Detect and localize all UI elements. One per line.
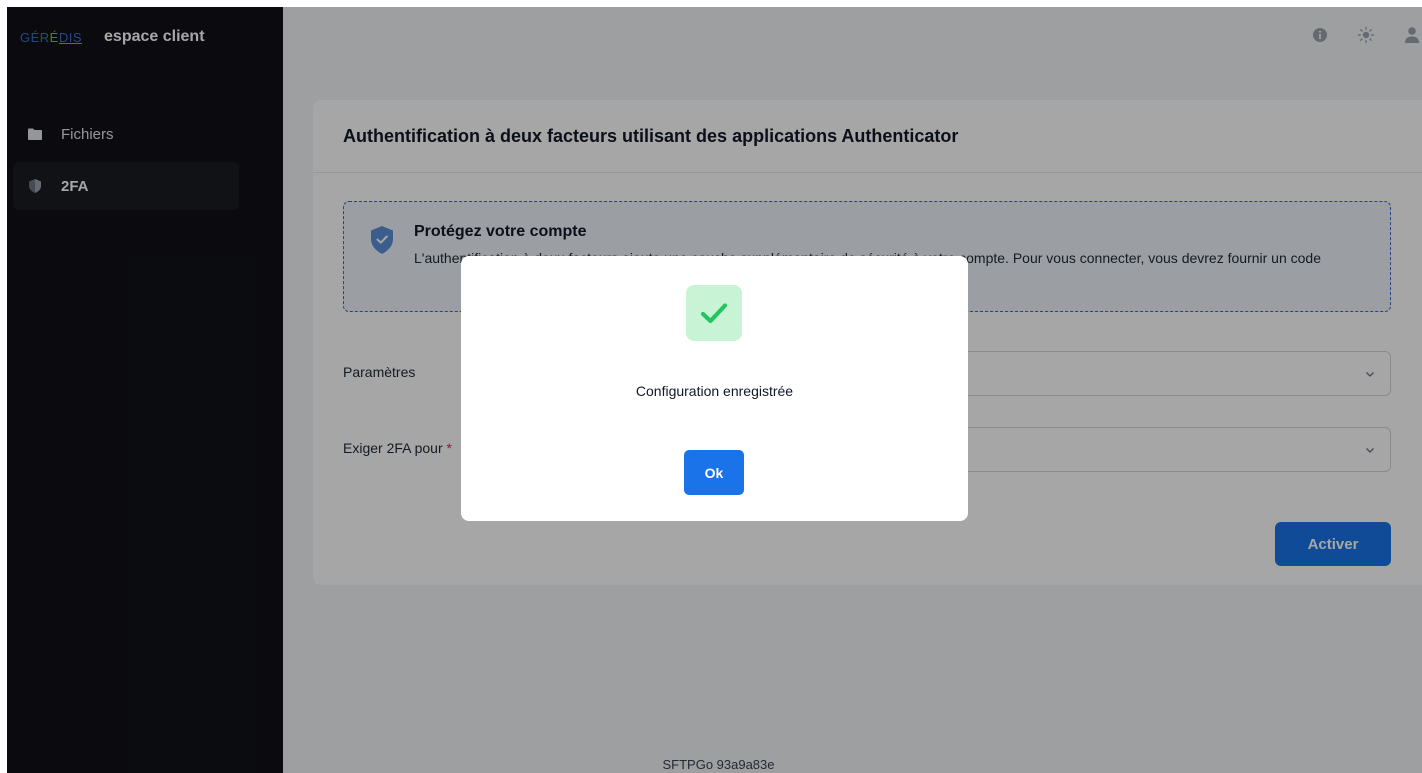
dialog-message: Configuration enregistrée — [635, 383, 794, 399]
ok-button[interactable]: Ok — [684, 450, 744, 495]
app-frame: GÉR É DIS espace client Fichiers 2FA Aut… — [7, 7, 1422, 773]
success-dialog: Configuration enregistrée Ok — [461, 256, 968, 521]
success-check-icon — [686, 285, 742, 341]
